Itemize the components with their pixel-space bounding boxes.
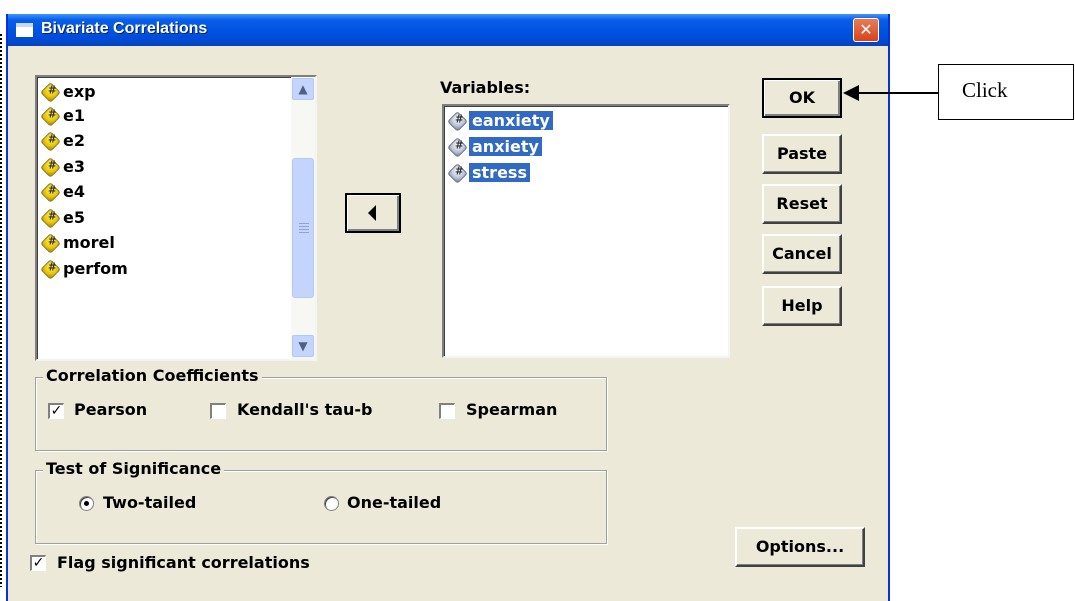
thumb-grip <box>299 226 309 227</box>
numeric-variable-icon <box>40 131 61 152</box>
scroll-down-button[interactable]: ▼ <box>292 335 314 357</box>
thumb-grip <box>299 229 309 230</box>
test-of-significance-group: Test of Significance Two-tailed One-tail… <box>35 459 607 544</box>
cancel-button[interactable]: Cancel <box>762 234 842 274</box>
window-title: Bivariate Correlations <box>41 20 208 37</box>
options-button[interactable]: Options... <box>735 527 865 567</box>
numeric-variable-icon <box>40 233 61 254</box>
help-button[interactable]: Help <box>762 286 842 326</box>
flag-significant-checkbox[interactable]: ✓ <box>30 555 46 571</box>
numeric-variable-icon <box>40 106 61 127</box>
group-title: Correlation Coefficients <box>43 366 262 385</box>
paste-button[interactable]: Paste <box>762 134 842 174</box>
numeric-variable-icon <box>40 208 61 229</box>
spearman-checkbox[interactable] <box>439 403 455 419</box>
one-tailed-label: One-tailed <box>347 493 442 512</box>
two-tailed-radio[interactable] <box>79 496 94 511</box>
scroll-up-button[interactable]: ▲ <box>292 78 314 100</box>
window-icon <box>16 23 33 37</box>
move-variable-button[interactable] <box>345 193 401 233</box>
checkmark-icon: ✓ <box>50 403 63 419</box>
thumb-grip <box>299 223 309 224</box>
ok-button[interactable]: OK <box>762 78 842 118</box>
correlation-coefficients-group: Correlation Coefficients ✓ Pearson Kenda… <box>35 366 607 451</box>
variables-label: Variables: <box>440 78 531 97</box>
kendall-checkbox[interactable] <box>210 403 226 419</box>
annotation-box: Click <box>938 64 1074 120</box>
scroll-thumb[interactable] <box>292 158 314 298</box>
radio-dot-icon <box>84 501 89 506</box>
annotation-arrow-line <box>857 92 939 94</box>
pearson-label: Pearson <box>74 400 148 419</box>
numeric-variable-icon <box>40 157 61 178</box>
variables-list[interactable]: eanxiety anxiety stress <box>442 104 730 358</box>
vertical-scrollbar[interactable]: ▲ ▼ <box>291 77 315 359</box>
scale-variable-icon <box>447 111 468 132</box>
scale-variable-icon <box>447 163 468 184</box>
bivariate-correlations-dialog: Bivariate Correlations ✕ exp e1 e2 e3 e4… <box>6 14 890 601</box>
annotation-text: Click <box>962 78 1008 102</box>
title-bar[interactable]: Bivariate Correlations ✕ <box>8 14 888 46</box>
page-edge-marker <box>0 32 2 587</box>
close-button[interactable]: ✕ <box>853 18 879 42</box>
pearson-checkbox[interactable]: ✓ <box>48 403 64 419</box>
numeric-variable-icon <box>40 182 61 203</box>
checkmark-icon: ✓ <box>32 555 45 571</box>
reset-button[interactable]: Reset <box>762 184 842 224</box>
numeric-variable-icon <box>40 82 61 103</box>
two-tailed-label: Two-tailed <box>103 493 197 512</box>
source-variable-list[interactable]: exp e1 e2 e3 e4 e5 morel perfom ▲ ▼ <box>35 75 317 361</box>
one-tailed-radio[interactable] <box>324 496 339 511</box>
scale-variable-icon <box>447 137 468 158</box>
annotation-arrow-head-icon <box>843 85 859 101</box>
flag-significant-label: Flag significant correlations <box>57 553 310 572</box>
spearman-label: Spearman <box>466 400 558 419</box>
numeric-variable-icon <box>40 259 61 280</box>
thumb-grip <box>299 232 309 233</box>
left-arrow-icon <box>368 205 376 221</box>
group-title: Test of Significance <box>43 459 225 478</box>
kendall-label: Kendall's tau-b <box>237 400 373 419</box>
